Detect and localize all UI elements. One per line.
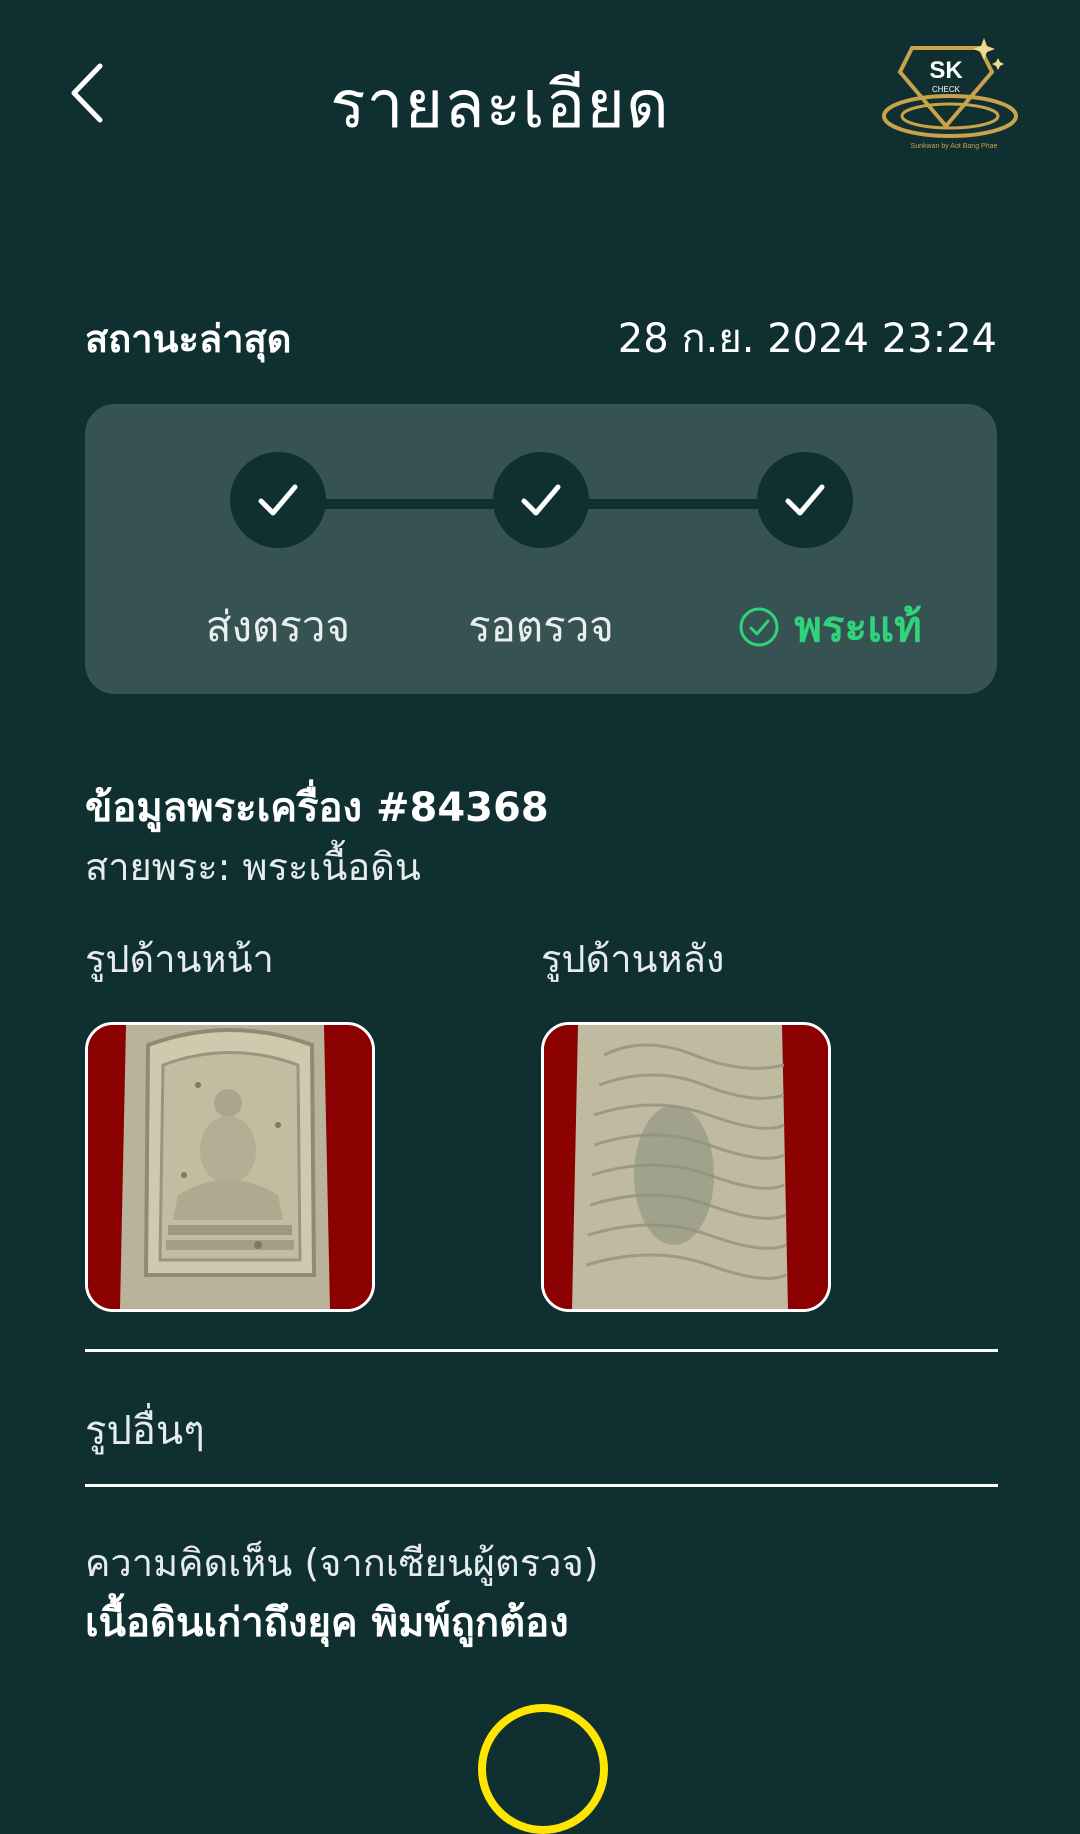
back-image-label: รูปด้านหลัง [541, 937, 725, 981]
step-3-result: พระแท้ [710, 594, 950, 660]
status-label: สถานะล่าสุด [85, 317, 292, 361]
svg-text:Sunkwan by Aot Bang Phae: Sunkwan by Aot Bang Phae [911, 143, 998, 150]
comment-label: ความคิดเห็น (จากเซียนผู้ตรวจ) [85, 1541, 599, 1585]
check-icon [521, 484, 561, 516]
app-header: รายละเอียด SK CHECK Sunkwan by Aot Bang … [0, 0, 1080, 190]
svg-text:CHECK: CHECK [932, 85, 961, 94]
divider [85, 1349, 998, 1352]
sk-check-logo: SK CHECK Sunkwan by Aot Bang Phae [880, 28, 1030, 158]
check-icon [258, 484, 298, 516]
step-3-label: พระแท้ [794, 602, 922, 651]
step-2-label: รอตรวจ [468, 602, 614, 651]
other-images-label: รูปอื่นๆ [85, 1408, 205, 1454]
step-1-circle [230, 452, 326, 548]
check-circle-icon [739, 607, 779, 647]
status-datetime: 28 ก.ย. 2024 23:24 [617, 316, 997, 362]
status-stepper: ส่งตรวจ รอตรวจ พระแท้ [85, 404, 997, 694]
amulet-info-title: ข้อมูลพระเครื่อง #84368 [85, 785, 549, 831]
floating-action-button[interactable] [478, 1704, 608, 1834]
amulet-category: สายพระ: พระเนื้อดิน [85, 845, 421, 889]
divider [85, 1484, 998, 1487]
front-image-label: รูปด้านหน้า [85, 937, 274, 981]
step-2-circle [493, 452, 589, 548]
status-row: สถานะล่าสุด 28 ก.ย. 2024 23:24 [85, 308, 997, 368]
svg-text:SK: SK [929, 57, 963, 84]
amulet-front-photo [88, 1025, 372, 1309]
check-icon [785, 484, 825, 516]
back-image[interactable] [541, 1022, 831, 1312]
step-3-circle [757, 452, 853, 548]
step-1-label: ส่งตรวจ [205, 602, 351, 651]
page-title: รายละเอียด [330, 66, 670, 143]
front-image[interactable] [85, 1022, 375, 1312]
amulet-back-photo [544, 1025, 828, 1309]
comment-text: เนื้อดินเก่าถึงยุค พิมพ์ถูกต้อง [85, 1600, 569, 1646]
